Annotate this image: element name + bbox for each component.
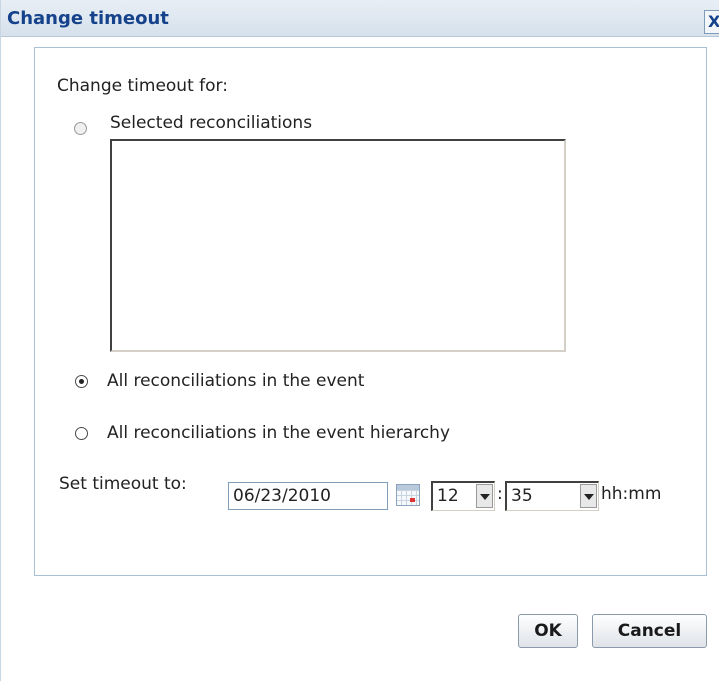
option-label-all-reconciliations-hierarchy: All reconciliations in the event hierarc… (107, 423, 451, 443)
timeout-date-input[interactable] (228, 482, 388, 510)
minute-select[interactable]: 35 (505, 481, 599, 511)
change-timeout-dialog: Change timeout X Change timeout for: Sel… (0, 0, 719, 681)
time-separator: : (497, 484, 503, 504)
selected-reconciliations-listbox[interactable] (110, 139, 566, 352)
radio-all-reconciliations-event[interactable] (75, 375, 88, 388)
dialog-title: Change timeout (7, 8, 169, 29)
radio-selected-dot (79, 379, 84, 384)
hour-select-value: 12 (437, 486, 459, 506)
hour-chevron-down-icon[interactable] (476, 484, 493, 508)
radio-selected-reconciliations[interactable] (74, 122, 87, 135)
option-label-selected-reconciliations: Selected reconciliations (110, 113, 313, 133)
time-format-label: hh:mm (601, 484, 662, 504)
ok-button[interactable]: OK (518, 614, 578, 648)
hour-select[interactable]: 12 (431, 481, 495, 511)
minute-chevron-down-icon[interactable] (580, 484, 597, 508)
option-label-all-reconciliations-event: All reconciliations in the event (107, 371, 365, 391)
dialog-titlebar: Change timeout X (1, 0, 719, 37)
cancel-button[interactable]: Cancel (592, 614, 707, 648)
minute-select-value: 35 (511, 486, 533, 506)
close-button[interactable]: X (704, 10, 719, 34)
calendar-icon[interactable] (396, 484, 420, 506)
set-timeout-label: Set timeout to: (59, 474, 187, 494)
radio-all-reconciliations-hierarchy[interactable] (75, 427, 88, 440)
change-timeout-for-label: Change timeout for: (57, 76, 228, 96)
